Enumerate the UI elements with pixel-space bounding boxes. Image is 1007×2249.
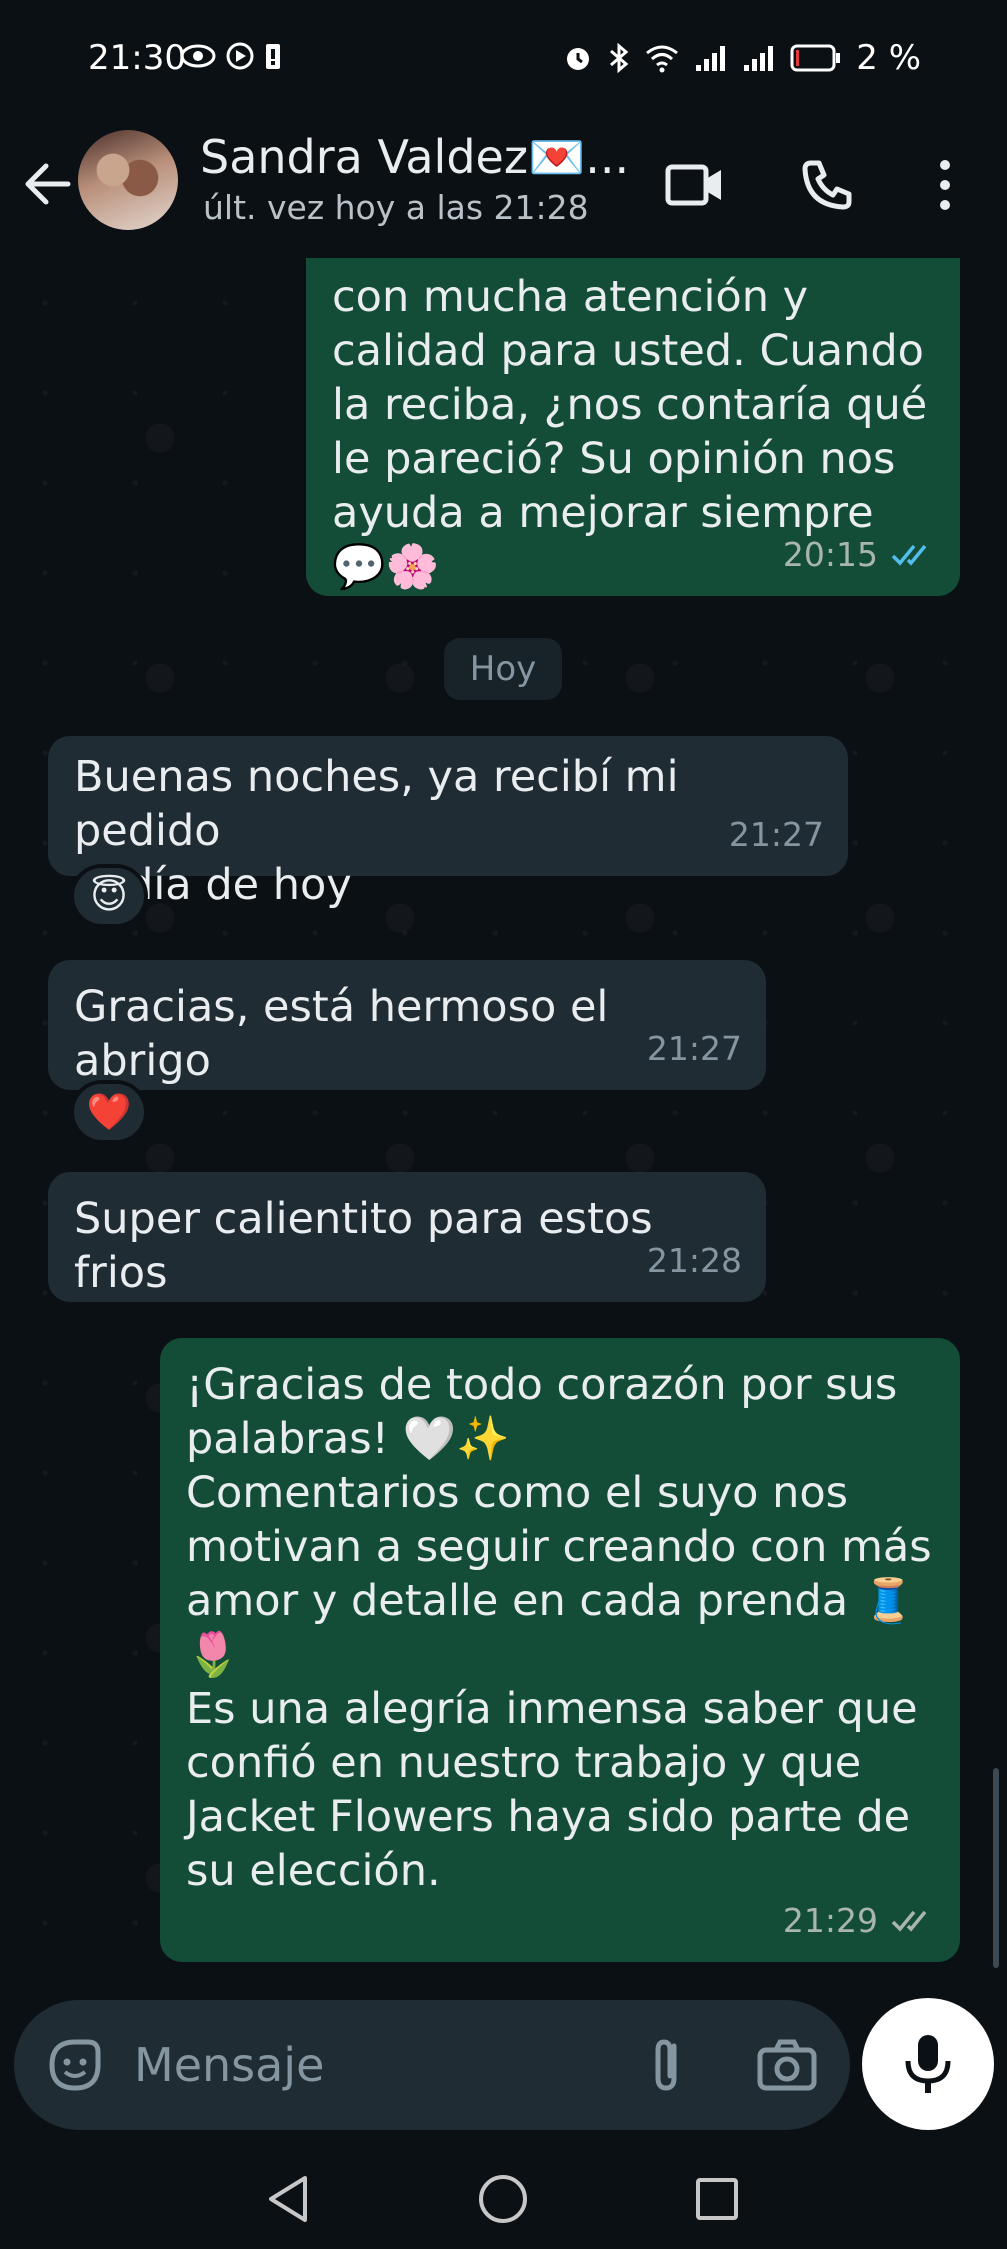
square-recents-icon bbox=[696, 2178, 738, 2220]
status-time: 21:30 bbox=[88, 38, 186, 78]
reaction-badge[interactable]: 😇 bbox=[70, 864, 148, 928]
message-meta: 21:27 bbox=[729, 808, 824, 862]
message-incoming[interactable]: Gracias, está hermoso el abrigo 21:27 bbox=[48, 960, 766, 1090]
message-outgoing[interactable]: ¡Gracias de todo corazón por sus palabra… bbox=[160, 1338, 960, 1962]
paperclip-icon bbox=[655, 2039, 677, 2091]
signal-2-icon bbox=[742, 43, 776, 73]
last-seen-status: últ. vez hoy a las 21:28 bbox=[203, 188, 589, 227]
arrow-left-icon bbox=[25, 163, 71, 205]
video-call-button[interactable] bbox=[660, 150, 730, 220]
message-text: Buenas noches, ya recibí mi pedido el dí… bbox=[74, 752, 679, 910]
message-outgoing[interactable]: con mucha atención y calidad para usted.… bbox=[306, 258, 960, 596]
scrollbar[interactable] bbox=[993, 1768, 999, 1968]
status-left-icons bbox=[180, 40, 282, 72]
message-incoming[interactable]: Buenas noches, ya recibí mi pedido el dí… bbox=[48, 736, 848, 910]
message-meta: 21:28 bbox=[647, 1234, 742, 1288]
wifi-icon bbox=[644, 43, 680, 73]
chat-area[interactable]: con mucha atención y calidad para usted.… bbox=[0, 258, 1007, 1988]
nav-home-button[interactable] bbox=[468, 2164, 538, 2234]
eye-icon bbox=[180, 41, 216, 71]
more-vertical-icon bbox=[940, 160, 950, 210]
message-meta: 20:15 bbox=[783, 528, 936, 582]
nav-recents-button[interactable] bbox=[682, 2164, 752, 2234]
message-time: 21:29 bbox=[782, 1901, 878, 1940]
message-text: Gracias, está hermoso el abrigo bbox=[74, 982, 609, 1086]
status-right-icons: 2 % bbox=[562, 38, 921, 78]
message-time: 21:28 bbox=[646, 1241, 742, 1280]
phone-icon bbox=[802, 160, 852, 210]
message-time: 21:27 bbox=[728, 815, 824, 854]
message-time: 20:15 bbox=[782, 535, 878, 574]
microphone-icon bbox=[905, 2035, 951, 2093]
double-check-read-icon bbox=[891, 544, 927, 566]
contact-name[interactable]: Sandra Valdez💌... bbox=[200, 130, 629, 185]
message-text: Super calientito para estos frios bbox=[74, 1194, 653, 1298]
sticker-button[interactable] bbox=[42, 2032, 108, 2102]
battery-percent: 2 % bbox=[856, 38, 921, 78]
reaction-badge[interactable]: ❤️ bbox=[70, 1080, 148, 1144]
message-meta: 21:29 bbox=[783, 1894, 936, 1948]
battery-alert-icon bbox=[264, 41, 282, 71]
more-options-button[interactable] bbox=[910, 150, 980, 220]
chat-header: Sandra Valdez💌... últ. vez hoy a las 21:… bbox=[0, 120, 1007, 258]
nav-back-button[interactable] bbox=[253, 2164, 323, 2234]
avatar[interactable] bbox=[78, 130, 178, 230]
signal-1-icon bbox=[694, 43, 728, 73]
bluetooth-icon bbox=[608, 42, 630, 74]
camera-icon bbox=[757, 2039, 817, 2091]
alarm-icon bbox=[562, 42, 594, 74]
data-saver-icon bbox=[224, 40, 256, 72]
sticker-icon bbox=[49, 2039, 101, 2091]
circle-home-icon bbox=[479, 2175, 527, 2223]
attach-button[interactable] bbox=[634, 2032, 700, 2102]
message-meta: 21:27 bbox=[647, 1022, 742, 1076]
triangle-back-icon bbox=[269, 2176, 307, 2222]
status-bar: 21:30 2 % bbox=[0, 0, 1007, 120]
double-check-delivered-icon bbox=[891, 1910, 927, 1932]
message-text: ¡Gracias de todo corazón por sus palabra… bbox=[186, 1360, 932, 1896]
message-composer: Mensaje bbox=[14, 2000, 850, 2130]
message-incoming[interactable]: Super calientito para estos frios 21:28 bbox=[48, 1172, 766, 1302]
back-button[interactable] bbox=[20, 156, 76, 212]
message-time: 21:27 bbox=[646, 1029, 742, 1068]
voice-call-button[interactable] bbox=[792, 150, 862, 220]
camera-button[interactable] bbox=[754, 2032, 820, 2102]
day-separator: Hoy bbox=[444, 638, 562, 700]
message-input[interactable]: Mensaje bbox=[134, 2038, 324, 2092]
system-navigation-bar bbox=[0, 2140, 1007, 2249]
battery-icon bbox=[790, 43, 842, 73]
video-camera-icon bbox=[665, 164, 721, 206]
voice-record-button[interactable] bbox=[862, 1998, 994, 2130]
